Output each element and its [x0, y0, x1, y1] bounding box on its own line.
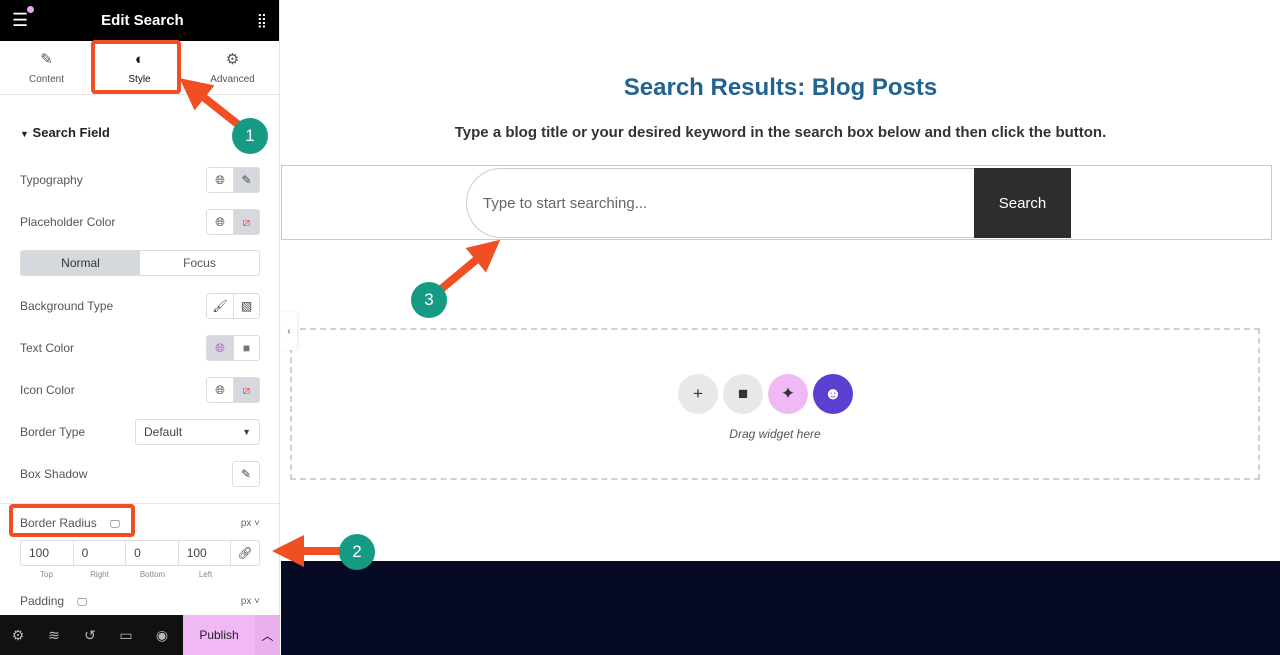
page-canvas: Search Results: Blog Posts Type a blog t…: [281, 0, 1280, 561]
search-input[interactable]: Type to start searching...: [466, 168, 974, 238]
tab-label: Advanced: [210, 74, 255, 85]
unit-select[interactable]: px ˅: [241, 596, 260, 607]
box-shadow-row: Box Shadow ✎: [20, 461, 260, 487]
half-circle-icon: ◐: [134, 50, 145, 68]
search-button[interactable]: Search: [974, 168, 1071, 238]
border-type-select[interactable]: Default ▼: [135, 419, 260, 445]
add-section-icon[interactable]: +: [678, 374, 718, 414]
typography-label: Typography: [20, 173, 83, 187]
icon-color-label: Icon Color: [20, 383, 75, 397]
edit-icon[interactable]: ✎: [233, 168, 259, 192]
panel-tabs: ✎ Content ◐ Style ⚙ Advanced: [0, 41, 279, 95]
pencil-icon: ✎: [40, 51, 53, 68]
color-swatch[interactable]: ■: [233, 336, 259, 360]
radius-left-input[interactable]: 100: [179, 541, 232, 565]
globe-icon[interactable]: 🌐︎: [207, 210, 233, 234]
tab-label: Content: [28, 74, 65, 85]
edit-icon[interactable]: ✎: [233, 462, 259, 486]
link-icon[interactable]: 🔗︎: [231, 541, 259, 565]
tab-style[interactable]: ◐ Style: [93, 41, 186, 94]
radius-labels: Top Right Bottom Left: [20, 570, 232, 579]
history-icon[interactable]: ↺: [72, 627, 108, 644]
tab-advanced[interactable]: ⚙ Advanced: [186, 41, 279, 94]
radius-bottom-input[interactable]: 0: [126, 541, 179, 565]
site-footer: [281, 561, 1280, 655]
unit-value: px: [240, 517, 252, 529]
unit-value: px: [240, 595, 252, 607]
annotation-badge-1: 1: [232, 118, 268, 154]
unit-select[interactable]: px ˅: [241, 518, 260, 529]
background-type-row: Background Type 🖌︎ ▧: [20, 293, 260, 319]
tab-label: Style: [128, 73, 151, 85]
page-subtitle: Type a blog title or your desired keywor…: [454, 124, 1107, 141]
label-top: Top: [40, 570, 53, 579]
globe-icon[interactable]: 🌐︎: [207, 168, 233, 192]
placeholder-color-row: Placeholder Color 🌐︎ ⧄: [20, 209, 260, 235]
search-widget[interactable]: Type to start searching... Search: [281, 165, 1272, 240]
label-right: Right: [90, 570, 109, 579]
layers-icon[interactable]: ≋: [36, 627, 72, 644]
padding-label: Padding: [20, 594, 65, 608]
border-radius-inputs: 100 0 0 100 🔗︎: [20, 540, 260, 566]
preview-eye-icon[interactable]: ◉: [144, 627, 180, 644]
page-title: Search Results: Blog Posts: [623, 74, 938, 101]
ai-sparkle-icon[interactable]: ✦: [768, 374, 808, 414]
border-radius-row: Border Radius 🖵 px ˅: [20, 510, 260, 536]
drop-zone[interactable]: + ■ ✦ ☻ Drag widget here: [290, 328, 1260, 480]
annotation-badge-2: 2: [339, 534, 375, 570]
panel-footer: ⚙ ≋ ↺ ▭ ◉ Publish ︿: [0, 615, 280, 655]
empty-color-icon[interactable]: ⧄: [233, 378, 259, 402]
panel-title: Edit Search: [101, 12, 184, 29]
divider: [0, 503, 280, 504]
panel-header: ☰ Edit Search ⣿: [0, 0, 279, 41]
editor-panel: ☰ Edit Search ⣿ ✎ Content ◐ Style ⚙ Advance…: [0, 0, 280, 655]
tab-focus[interactable]: Focus: [140, 251, 259, 275]
typography-row: Typography 🌐︎ ✎: [20, 167, 260, 193]
radius-right-input[interactable]: 0: [74, 541, 127, 565]
section-search-field[interactable]: ▼ Search Field: [20, 125, 110, 140]
desktop-icon[interactable]: 🖵: [110, 519, 120, 530]
gradient-icon[interactable]: ▧: [233, 294, 259, 318]
gear-icon: ⚙: [225, 51, 240, 68]
apps-grid-icon[interactable]: ⣿: [257, 12, 267, 29]
empty-color-icon[interactable]: ⧄: [233, 210, 259, 234]
label-bottom: Bottom: [139, 570, 166, 579]
folder-icon[interactable]: ■: [723, 374, 763, 414]
brush-icon[interactable]: 🖌︎: [207, 294, 233, 318]
globe-icon[interactable]: 🌐︎: [207, 378, 233, 402]
chevron-up-icon[interactable]: ︿: [255, 615, 280, 655]
tab-normal[interactable]: Normal: [21, 251, 140, 275]
section-title: Search Field: [32, 125, 110, 140]
tab-content[interactable]: ✎ Content: [0, 41, 93, 94]
border-type-row: Border Type Default ▼: [20, 419, 260, 445]
drag-widget-text: Drag widget here: [729, 427, 821, 441]
caret-down-icon: ▼: [20, 129, 29, 139]
state-tabs: Normal Focus: [20, 250, 260, 276]
annotation-badge-3: 3: [411, 282, 447, 318]
publish-button[interactable]: Publish: [183, 615, 255, 655]
text-color-label: Text Color: [20, 341, 75, 355]
background-type-label: Background Type: [20, 299, 114, 313]
settings-icon[interactable]: ⚙: [0, 627, 36, 644]
text-color-row: Text Color 🌐︎ ■: [20, 335, 260, 361]
desktop-icon[interactable]: 🖵: [77, 597, 87, 608]
caret-down-icon: ▼: [242, 427, 251, 437]
label-left: Left: [198, 570, 213, 579]
box-shadow-label: Box Shadow: [20, 467, 88, 481]
collapse-panel-handle[interactable]: ‹: [281, 312, 297, 350]
smiley-icon[interactable]: ☻: [813, 374, 853, 414]
border-type-value: Default: [144, 425, 183, 439]
globe-icon[interactable]: 🌐︎: [207, 336, 233, 360]
placeholder-color-label: Placeholder Color: [20, 215, 116, 229]
padding-row: Padding 🖵 px ˅: [20, 588, 260, 614]
notification-dot: [27, 6, 34, 13]
responsive-icon[interactable]: ▭: [108, 627, 144, 644]
radius-top-input[interactable]: 100: [21, 541, 74, 565]
border-type-label: Border Type: [20, 425, 86, 439]
hamburger-menu-icon[interactable]: ☰: [12, 10, 28, 31]
icon-color-row: Icon Color 🌐︎ ⧄: [20, 377, 260, 403]
border-radius-label: Border Radius: [20, 516, 97, 530]
